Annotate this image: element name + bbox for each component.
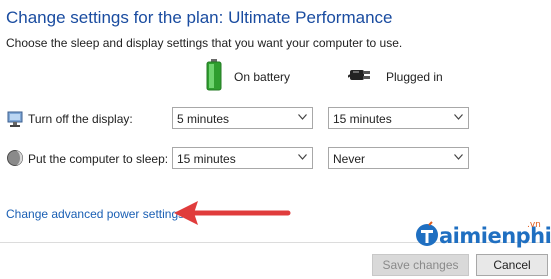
display-battery-select[interactable]: 5 minutes bbox=[172, 107, 313, 129]
display-icon bbox=[7, 111, 23, 127]
page-subtitle: Choose the sleep and display settings th… bbox=[6, 36, 403, 50]
display-plugged-select[interactable]: 15 minutes bbox=[328, 107, 469, 129]
display-plugged-value: 15 minutes bbox=[333, 112, 392, 126]
watermark-suffix: .vn bbox=[527, 220, 541, 230]
chevron-down-icon bbox=[454, 114, 463, 120]
advanced-power-settings-link[interactable]: Change advanced power settings bbox=[6, 207, 184, 221]
chevron-down-icon bbox=[454, 154, 463, 160]
watermark-t-icon bbox=[416, 221, 438, 246]
display-battery-value: 5 minutes bbox=[177, 112, 230, 126]
chevron-down-icon bbox=[298, 154, 307, 160]
sleep-battery-value: 15 minutes bbox=[177, 152, 236, 166]
chevron-down-icon bbox=[298, 114, 307, 120]
save-changes-button[interactable]: Save changes bbox=[372, 254, 469, 276]
sleep-battery-select[interactable]: 15 minutes bbox=[172, 147, 313, 169]
plugged-in-label: Plugged in bbox=[386, 70, 443, 84]
battery-icon bbox=[206, 59, 222, 91]
annotation-arrow-icon bbox=[174, 201, 291, 225]
sleep-icon bbox=[7, 150, 23, 166]
sleep-label: Put the computer to sleep: bbox=[28, 152, 169, 166]
plug-icon bbox=[348, 70, 370, 80]
sleep-plugged-select[interactable]: Never bbox=[328, 147, 469, 169]
on-battery-label: On battery bbox=[234, 70, 291, 84]
sleep-plugged-value: Never bbox=[333, 152, 366, 166]
watermark-logo: aimienphi .vn bbox=[415, 220, 551, 254]
cancel-button[interactable]: Cancel bbox=[476, 254, 548, 276]
turn-off-display-label: Turn off the display: bbox=[28, 112, 133, 126]
page-title: Change settings for the plan: Ultimate P… bbox=[6, 8, 393, 27]
